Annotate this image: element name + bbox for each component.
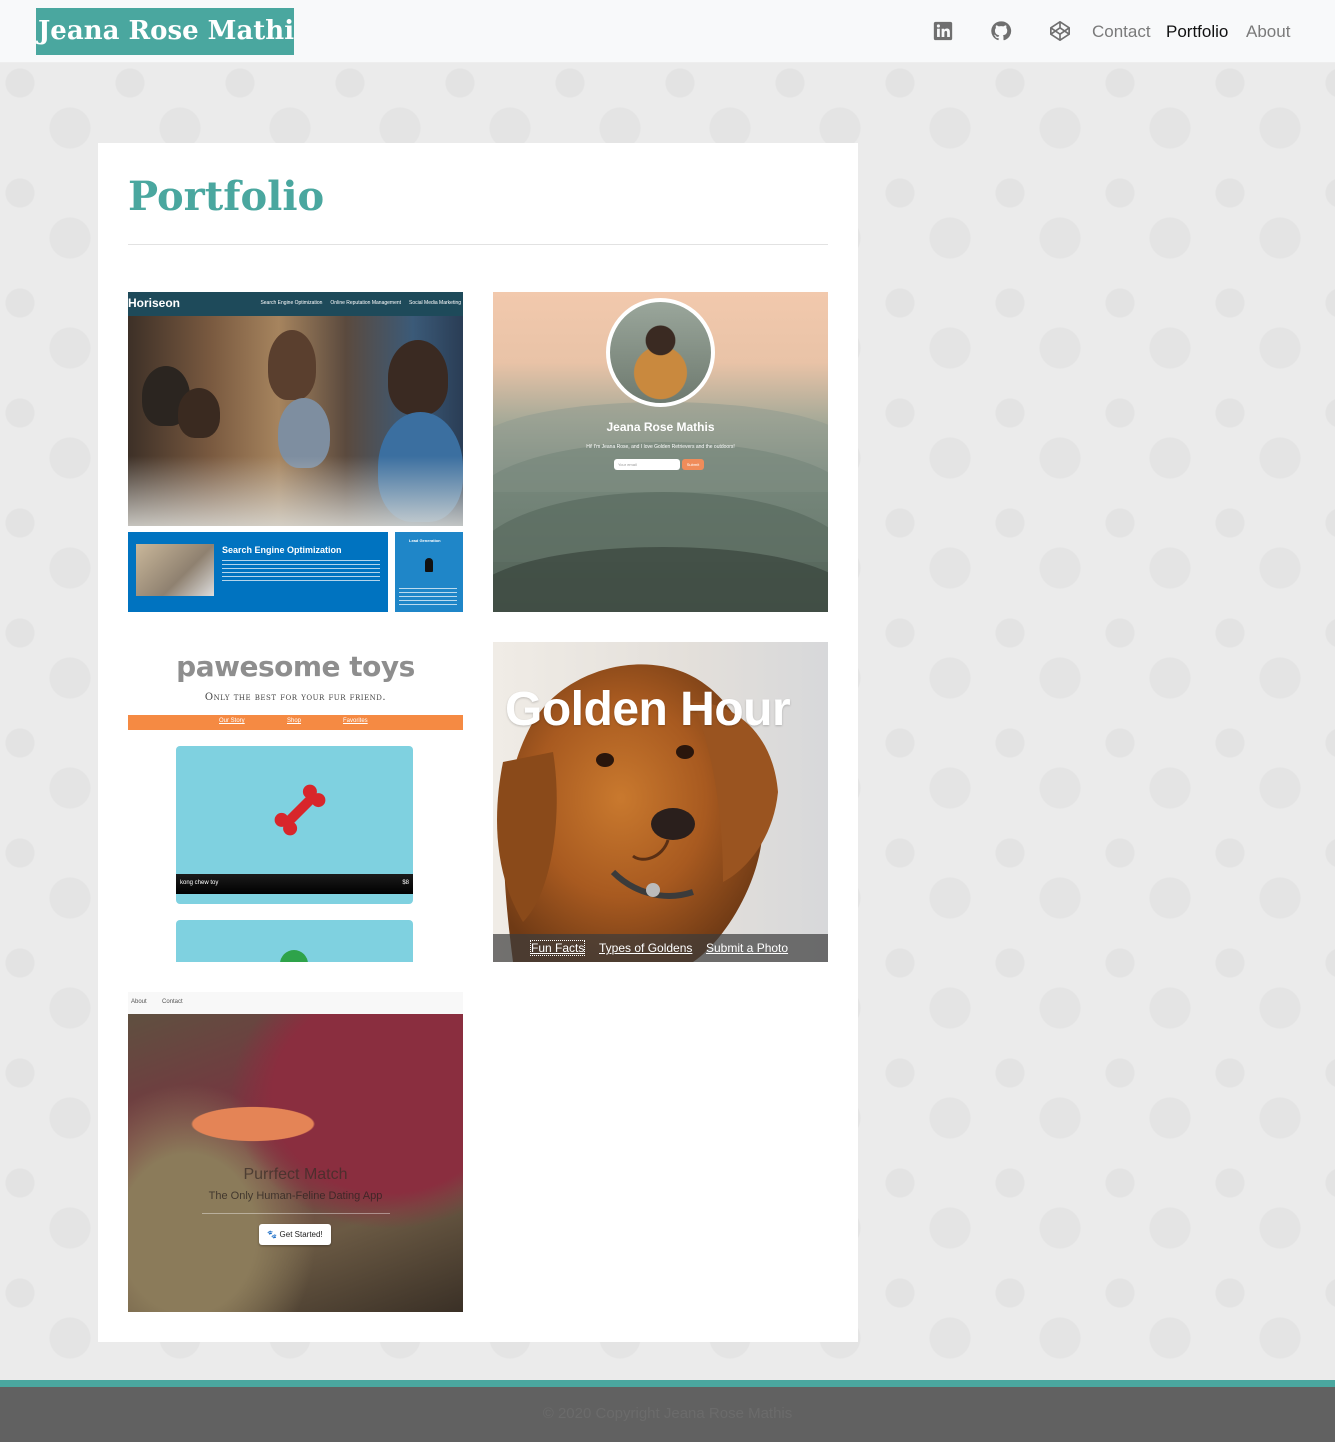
github-icon[interactable] — [990, 20, 1012, 42]
pawesome-tagline: Only the best for your fur friend. — [204, 692, 387, 703]
nav-portfolio[interactable]: Portfolio — [1166, 21, 1228, 43]
profile-heading: Jeana Rose Mathis — [606, 420, 715, 434]
title-divider — [128, 244, 828, 245]
pawesome-product-caption: kong chew toy $8 — [176, 874, 413, 894]
paw-icon: 🐾 — [267, 1230, 278, 1239]
codepen-icon[interactable] — [1049, 20, 1071, 42]
project-golden-hour-thumbnail[interactable]: Golden Hour Fun Facts Types of Goldens S… — [493, 642, 828, 962]
golden-hour-nav: Fun Facts Types of Goldens Submit a Phot… — [493, 934, 828, 962]
portfolio-card: Portfolio Horiseon Search Engine Optimiz… — [98, 143, 858, 1342]
project-pawesome-toys-thumbnail[interactable]: pawesome toys Only the best for your fur… — [128, 642, 463, 962]
pawesome-nav: Our Story Shop Favorites — [128, 715, 463, 730]
perfect-match-divider — [202, 1213, 390, 1214]
horiseon-lead-section: Lead Generation — [395, 532, 463, 612]
profile-email-input: Your email — [614, 459, 680, 470]
profile-subtext: Hi! I'm Jeana Rose, and I love Golden Re… — [586, 444, 735, 450]
page-title: Portfolio — [128, 173, 325, 220]
footer: © 2020 Copyright Jeana Rose Mathis — [0, 1387, 1335, 1442]
horiseon-logo: Horiseon — [128, 296, 181, 310]
golden-hour-title: Golden Hour — [505, 683, 791, 736]
perfect-match-hero-image — [128, 1014, 463, 1312]
project-perfect-match-thumbnail[interactable]: About Contact Purrfect Match The Only Hu… — [128, 992, 463, 1312]
horiseon-hero-image — [128, 316, 463, 526]
pawesome-product-card: kong chew toy $8 — [176, 746, 413, 904]
project-profile-thumbnail[interactable]: Jeana Rose Mathis Hi! I'm Jeana Rose, an… — [493, 292, 828, 612]
perfect-match-subtitle: The Only Human-Feline Dating App — [208, 1190, 383, 1202]
linkedin-icon[interactable] — [932, 20, 954, 42]
horiseon-header: Horiseon Search Engine Optimization Onlin… — [128, 292, 463, 316]
nav-about[interactable]: About — [1246, 21, 1290, 43]
profile-submit-button: Submit — [682, 459, 704, 470]
footer-accent-bar — [0, 1380, 1335, 1387]
perfect-match-nav: About Contact — [128, 992, 463, 1014]
navbar: Jeana Rose Mathis Contact Portfolio Abou… — [0, 0, 1335, 63]
pawesome-title: pawesome toys — [176, 650, 415, 683]
bone-icon — [274, 784, 326, 836]
horiseon-seo-section: Search Engine Optimization — [128, 532, 388, 612]
profile-avatar — [606, 298, 715, 407]
perfect-match-title: Purrfect Match — [243, 1166, 348, 1183]
horiseon-nav: Search Engine Optimization Online Reputat… — [260, 300, 461, 306]
pawesome-product-card-2 — [176, 920, 413, 962]
project-horiseon-thumbnail[interactable]: Horiseon Search Engine Optimization Onlin… — [128, 292, 463, 612]
get-started-button: 🐾 Get Started! — [259, 1224, 331, 1245]
footer-copyright: © 2020 Copyright Jeana Rose Mathis — [542, 1405, 793, 1422]
brand-logo[interactable]: Jeana Rose Mathis — [36, 8, 294, 55]
nav-contact[interactable]: Contact — [1092, 21, 1151, 43]
